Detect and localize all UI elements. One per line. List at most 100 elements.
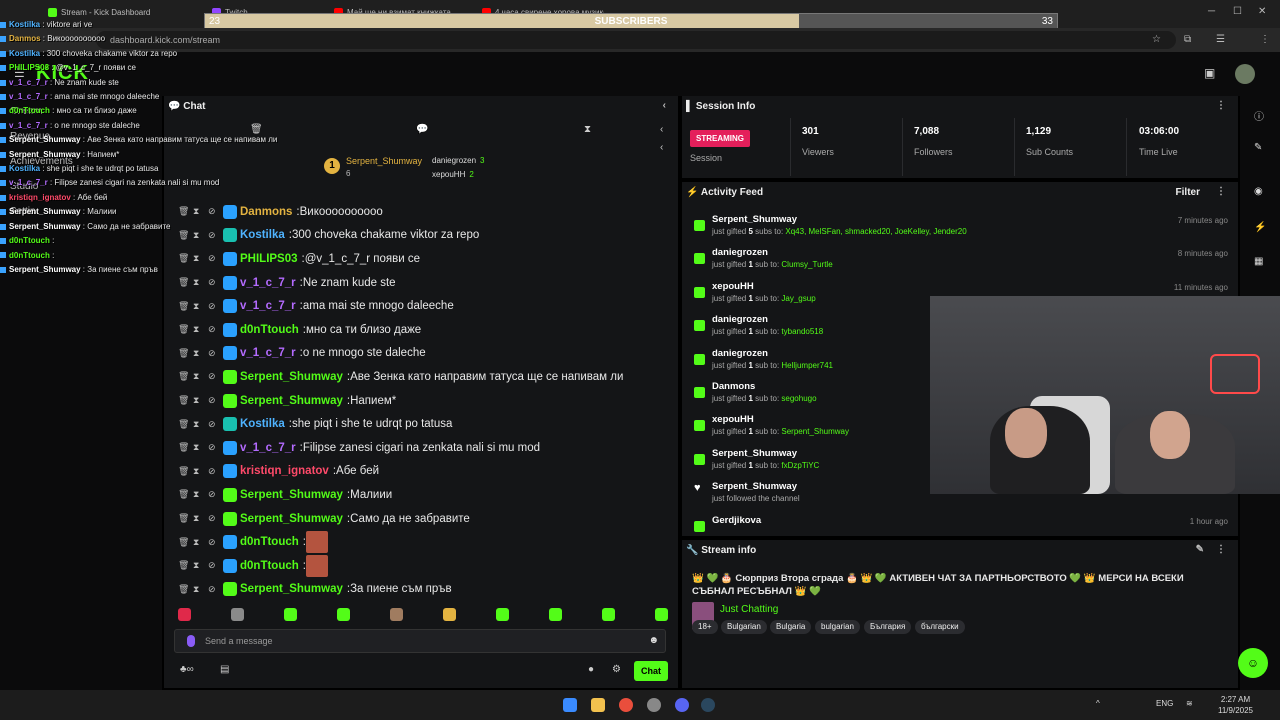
chevron-left-icon[interactable]: ‹	[660, 142, 663, 153]
activity-item[interactable]: daniegrozen just gifted 1 sub to: Clumsy_…	[692, 247, 1232, 279]
timeout-icon[interactable]: ⧗	[193, 513, 208, 524]
timeout-icon[interactable]: ⧗	[193, 584, 208, 595]
timeout-icon[interactable]: ⧗	[193, 301, 208, 312]
send-chat-button[interactable]: Chat	[634, 661, 668, 681]
language-indicator[interactable]: ENG	[1156, 699, 1173, 708]
menu-dots-icon[interactable]: ⋮	[1260, 34, 1270, 45]
ban-icon[interactable]: ⊘	[208, 537, 223, 548]
delete-icon[interactable]: 🗑	[178, 301, 193, 312]
ban-icon[interactable]: ⊘	[208, 466, 223, 477]
ban-icon[interactable]: ⊘	[208, 371, 223, 382]
delete-icon[interactable]: 🗑	[178, 371, 193, 382]
ban-icon[interactable]: ⊘	[208, 584, 223, 595]
chat-message[interactable]: 🗑 ⧗ ⊘ Kostilka: she piqt i she te udrqt po …	[178, 412, 672, 436]
points-icon[interactable]: ♣∞	[180, 664, 194, 675]
chat-message[interactable]: 🗑 ⧗ ⊘ d0nTtouch:	[178, 554, 672, 578]
chat-username[interactable]: d0nTtouch	[240, 560, 299, 572]
screen-icon[interactable]: ▣	[1204, 66, 1215, 80]
timeout-icon[interactable]: ⧗	[193, 324, 208, 335]
chat-username[interactable]: v_1_c_7_r	[240, 300, 296, 312]
chat-username[interactable]: d0nTtouch	[240, 324, 299, 336]
chat-message[interactable]: 🗑 ⧗ ⊘ Serpent_Shumway: Аве Зенка като напра…	[178, 365, 672, 389]
file-explorer-icon[interactable]	[591, 698, 605, 712]
ban-icon[interactable]: ⊘	[208, 560, 223, 571]
extensions-icon[interactable]: ⧉	[1184, 34, 1191, 45]
chevron-left-icon[interactable]: ‹	[660, 124, 663, 135]
ban-icon[interactable]: ⊘	[208, 301, 223, 312]
mic-icon[interactable]	[187, 635, 195, 647]
timeout-icon[interactable]: ⧗	[193, 466, 208, 477]
tray-chevron-icon[interactable]: ^	[1096, 699, 1100, 708]
ban-icon[interactable]: ⊘	[208, 513, 223, 524]
chat-settings-icon[interactable]: 💬	[416, 124, 428, 135]
chat-message[interactable]: 🗑 ⧗ ⊘ Serpent_Shumway: Само да не забравите	[178, 507, 672, 531]
delete-icon[interactable]: 🗑	[178, 584, 193, 595]
stream-tag[interactable]: Bulgaria	[770, 620, 812, 634]
ban-icon[interactable]: ⊘	[208, 442, 223, 453]
emote-icon[interactable]	[284, 608, 297, 621]
emote-icon[interactable]	[496, 608, 509, 621]
timeout-icon[interactable]: ⧗	[193, 277, 208, 288]
chrome-icon[interactable]	[619, 698, 633, 712]
ban-icon[interactable]: ⊘	[208, 419, 223, 430]
chat-username[interactable]: v_1_c_7_r	[240, 347, 296, 359]
timeout-icon[interactable]: ⧗	[193, 489, 208, 500]
chat-username[interactable]: Serpent_Shumway	[240, 371, 343, 383]
delete-icon[interactable]: 🗑	[178, 419, 193, 430]
emote-icon[interactable]	[443, 608, 456, 621]
chat-message[interactable]: 🗑 ⧗ ⊘ Serpent_Shumway: За пиене съм пръв	[178, 578, 672, 602]
delete-icon[interactable]: 🗑	[178, 513, 193, 524]
chat-message[interactable]: 🗑 ⧗ ⊘ v_1_c_7_r: o ne mnogo ste daleche	[178, 342, 672, 366]
delete-icon[interactable]: 🗑	[178, 466, 193, 477]
chat-message[interactable]: 🗑 ⧗ ⊘ d0nTtouch: мно са ти близо даже	[178, 318, 672, 342]
discord-icon[interactable]	[675, 698, 689, 712]
emote-icon[interactable]	[337, 608, 350, 621]
more-options-icon[interactable]: ⋮	[1216, 100, 1226, 111]
filter-button[interactable]: Filter	[1176, 187, 1200, 198]
stream-tag[interactable]: български	[915, 620, 965, 634]
chat-input[interactable]: Send a message ☻	[174, 629, 666, 653]
bookmark-star-icon[interactable]: ☆	[1152, 34, 1161, 45]
delete-icon[interactable]: 🗑	[178, 277, 193, 288]
close-icon[interactable]: ✕	[1258, 6, 1266, 17]
wifi-icon[interactable]: ≋	[1186, 699, 1193, 708]
minimize-icon[interactable]: ─	[1208, 6, 1215, 17]
emote-icon[interactable]	[602, 608, 615, 621]
more-options-icon[interactable]: ⋮	[1216, 544, 1226, 555]
stream-tag[interactable]: 18+	[692, 620, 718, 634]
delete-icon[interactable]: 🗑	[178, 348, 193, 359]
obs-icon[interactable]	[647, 698, 661, 712]
delete-icon[interactable]: 🗑	[178, 442, 193, 453]
stream-tag[interactable]: България	[864, 620, 912, 634]
timeout-icon[interactable]: ⧗	[193, 537, 208, 548]
delete-icon[interactable]: 🗑	[178, 489, 193, 500]
ban-icon[interactable]: ⊘	[208, 277, 223, 288]
chat-message[interactable]: 🗑 ⧗ ⊘ kristiqn_ignatov: Абе бей	[178, 460, 672, 484]
ban-icon[interactable]: ⊘	[208, 395, 223, 406]
ban-icon[interactable]: ⊘	[208, 324, 223, 335]
delete-icon[interactable]: 🗑	[178, 395, 193, 406]
chat-message[interactable]: 🗑 ⧗ ⊘ d0nTtouch:	[178, 530, 672, 554]
emote-icon[interactable]	[549, 608, 562, 621]
chat-username[interactable]: Serpent_Shumway	[240, 489, 343, 501]
camera-icon[interactable]: ◉	[1254, 186, 1263, 197]
collapse-chevron-icon[interactable]: ‹	[663, 100, 666, 111]
chat-username[interactable]: Serpent_Shumway	[240, 513, 343, 525]
chat-message[interactable]: 🗑 ⧗ ⊘ v_1_c_7_r: ama mai ste mnogo daleeche	[178, 294, 672, 318]
gear-icon[interactable]: ⚙	[612, 664, 621, 675]
emote-icon[interactable]	[390, 608, 403, 621]
chat-message[interactable]: 🗑 ⧗ ⊘ v_1_c_7_r: Filipse zanesi cigari na z…	[178, 436, 672, 460]
chat-username[interactable]: Kostilka	[240, 418, 285, 430]
timeout-icon[interactable]: ⧗	[193, 560, 208, 571]
chat-username[interactable]: v_1_c_7_r	[240, 277, 296, 289]
chat-message[interactable]: 🗑 ⧗ ⊘ Serpent_Shumway: Напием*	[178, 389, 672, 413]
chat-bubble-icon[interactable]: ●	[588, 664, 594, 675]
timeout-icon[interactable]: ⧗	[193, 419, 208, 430]
hourglass-icon[interactable]: ⧗	[584, 124, 591, 135]
edit-icon[interactable]: ✎	[1254, 142, 1262, 153]
maximize-icon[interactable]: ☐	[1233, 6, 1242, 17]
chat-username[interactable]: Serpent_Shumway	[240, 395, 343, 407]
delete-icon[interactable]: 🗑	[178, 537, 193, 548]
chat-username[interactable]: d0nTtouch	[240, 536, 299, 548]
avatar[interactable]	[1235, 64, 1255, 84]
